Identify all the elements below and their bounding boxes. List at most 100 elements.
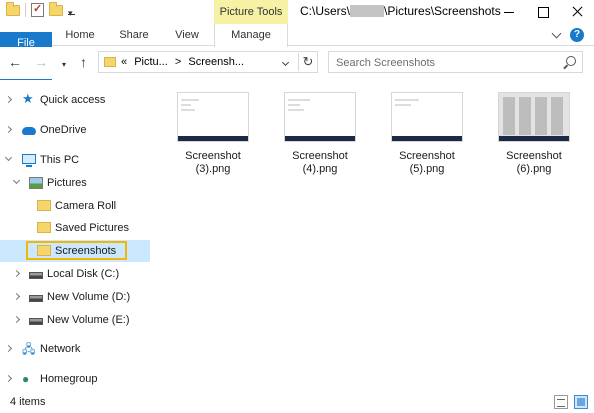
back-icon[interactable]: ← <box>8 55 22 69</box>
homegroup-icon: ● <box>22 372 30 386</box>
file-name-line: (6).png <box>516 163 552 175</box>
up-icon[interactable]: ↑ <box>80 55 87 69</box>
file-item[interactable]: Screenshot (5).png <box>381 88 473 178</box>
file-thumbnail[interactable] <box>177 92 249 142</box>
file-name[interactable]: Screenshot (6).png <box>488 150 580 176</box>
drive-icon <box>29 295 43 302</box>
refresh-icon[interactable]: ↻ <box>298 53 317 71</box>
window-title-suffix: \Pictures\Screenshots <box>384 4 501 18</box>
tab-view[interactable]: View <box>160 24 214 46</box>
minimize-button[interactable] <box>492 0 526 24</box>
chevron-right-icon[interactable] <box>4 344 13 353</box>
pictures-icon <box>29 177 43 189</box>
breadcrumb-pictures[interactable]: Pictu... <box>134 56 168 68</box>
folder-icon <box>104 57 116 67</box>
title-bar: ▾ Picture Tools C:\Users\ \Pictures\Scree… <box>0 0 594 24</box>
sidebar-item-saved-pictures[interactable]: Saved Pictures <box>0 218 150 238</box>
customize-toolbar-icon[interactable]: ▾ <box>68 6 75 18</box>
file-item[interactable]: Screenshot (4).png <box>274 88 366 178</box>
sidebar-item-label: Network <box>40 343 81 355</box>
file-thumbnail[interactable] <box>284 92 356 142</box>
item-count: 4 items <box>10 396 46 408</box>
network-icon: 🖧 <box>22 342 36 356</box>
quick-access-toolbar: ▾ <box>6 1 75 18</box>
sidebar-item-local-disk-c[interactable]: Local Disk (C:) <box>0 264 150 284</box>
chevron-right-icon[interactable] <box>4 125 13 134</box>
chevron-down-icon[interactable] <box>12 176 21 185</box>
sidebar-item-label: New Volume (E:) <box>47 314 130 326</box>
file-name-line: Screenshot <box>292 150 348 162</box>
details-view-icon[interactable] <box>554 395 568 409</box>
sidebar-item-pictures[interactable]: Pictures <box>0 173 150 193</box>
forward-icon[interactable]: → <box>34 55 48 69</box>
sidebar-item-label: Quick access <box>40 94 106 106</box>
breadcrumb-screenshots[interactable]: Screensh... <box>188 56 244 68</box>
star-icon: ★ <box>22 91 34 106</box>
file-name[interactable]: Screenshot (3).png <box>167 150 259 176</box>
maximize-button[interactable] <box>526 0 560 24</box>
large-icons-view-icon[interactable] <box>574 395 588 409</box>
tab-manage[interactable]: Manage <box>214 24 288 47</box>
chevron-right-icon[interactable] <box>12 315 21 324</box>
search-box[interactable]: Search Screenshots <box>328 51 583 73</box>
file-item[interactable]: Screenshot (3).png <box>167 88 259 178</box>
sidebar-item-screenshots[interactable]: Screenshots <box>0 240 150 262</box>
file-name-line: (4).png <box>302 163 338 175</box>
address-bar[interactable]: « Pictu... > Screensh... ↻ <box>98 51 318 73</box>
window-controls <box>492 0 594 24</box>
file-thumbnail[interactable] <box>498 92 570 142</box>
properties-icon[interactable] <box>31 2 44 17</box>
cloud-icon <box>22 127 36 135</box>
chevron-right-icon[interactable] <box>12 269 21 278</box>
sidebar-item-new-volume-d[interactable]: New Volume (D:) <box>0 287 150 307</box>
sidebar-item-label: Camera Roll <box>55 200 117 212</box>
chevron-right-icon[interactable] <box>4 95 13 104</box>
breadcrumb-overflow[interactable]: « <box>121 56 127 68</box>
tab-share[interactable]: Share <box>108 24 160 46</box>
tab-home[interactable]: Home <box>52 24 108 46</box>
new-folder-icon[interactable] <box>49 1 63 16</box>
chevron-right-icon[interactable] <box>12 292 21 301</box>
sidebar-item-this-pc[interactable]: This PC <box>0 150 150 170</box>
sidebar-item-network[interactable]: 🖧 Network <box>0 339 150 359</box>
sidebar-item-label: Homegroup <box>40 373 98 385</box>
folder-icon[interactable] <box>6 1 20 16</box>
computer-icon <box>22 154 36 167</box>
toolbar-divider <box>25 3 26 17</box>
folder-icon <box>37 222 51 233</box>
file-name-line: Screenshot <box>185 150 241 162</box>
chevron-down-icon[interactable] <box>4 153 13 162</box>
file-name-line: (3).png <box>195 163 231 175</box>
file-item[interactable]: Screenshot (6).png <box>488 88 580 178</box>
sidebar-item-label: Pictures <box>47 177 87 189</box>
sidebar-item-label: Local Disk (C:) <box>47 268 120 280</box>
breadcrumb-separator[interactable]: > <box>175 56 181 68</box>
sidebar-item-quick-access[interactable]: ★ Quick access <box>0 90 150 110</box>
drive-icon <box>29 272 43 279</box>
search-icon <box>566 56 576 66</box>
sidebar-item-onedrive[interactable]: OneDrive <box>0 120 150 140</box>
redacted-username <box>350 5 385 17</box>
sidebar-item-camera-roll[interactable]: Camera Roll <box>0 196 150 216</box>
drive-icon <box>29 318 43 325</box>
sidebar-item-new-volume-e[interactable]: New Volume (E:) <box>0 310 150 330</box>
search-input[interactable]: Search Screenshots <box>336 57 435 69</box>
recent-locations-icon[interactable]: ▾ <box>62 58 66 72</box>
sidebar-item-label: OneDrive <box>40 124 87 136</box>
file-name[interactable]: Screenshot (4).png <box>274 150 366 176</box>
window-title: C:\Users\ \Pictures\Screenshots <box>300 4 501 18</box>
breadcrumb: « Pictu... > Screensh... <box>121 56 248 68</box>
folder-icon <box>37 200 51 211</box>
chevron-right-icon[interactable] <box>4 374 13 383</box>
sidebar-item-homegroup[interactable]: ● Homegroup <box>0 369 150 389</box>
address-dropdown-icon[interactable] <box>281 58 290 67</box>
picture-tools-label: Picture Tools <box>214 0 288 24</box>
window-title-prefix: C:\Users\ <box>300 4 351 18</box>
file-name-line: Screenshot <box>399 150 455 162</box>
expand-ribbon-icon[interactable] <box>551 28 562 39</box>
file-name-line: (5).png <box>409 163 445 175</box>
file-name[interactable]: Screenshot (5).png <box>381 150 473 176</box>
file-thumbnail[interactable] <box>391 92 463 142</box>
help-icon[interactable]: ? <box>570 28 584 42</box>
close-button[interactable] <box>560 0 594 24</box>
